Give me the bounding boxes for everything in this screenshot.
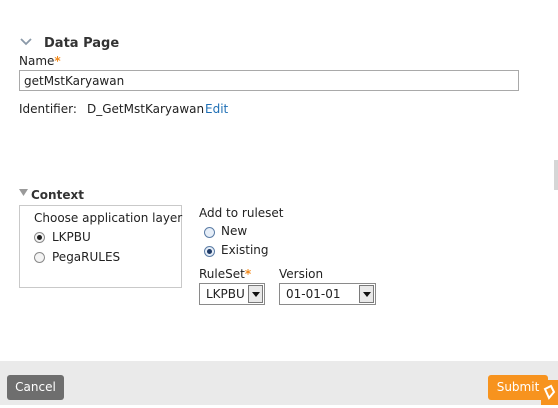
version-select[interactable]: 01-01-01 (279, 283, 376, 305)
radio-layer-lkpbu[interactable] (34, 232, 45, 243)
radio-layer-pegarules[interactable] (34, 252, 45, 263)
data-page-section-title: Data Page (44, 36, 120, 51)
dropdown-arrow-icon[interactable] (359, 285, 374, 303)
radio-ruleset-existing[interactable] (204, 246, 215, 257)
dropdown-arrow-icon[interactable] (248, 285, 263, 303)
edit-identifier-link[interactable]: Edit (205, 102, 228, 116)
version-select-value: 01-01-01 (286, 287, 341, 301)
ruleset-select-value: LKPBU (206, 287, 245, 301)
help-widget-glyph (543, 384, 556, 400)
scrollbar-thumb[interactable] (554, 160, 558, 190)
ruleset-new-label: New (221, 224, 248, 238)
triangle-down-icon[interactable] (19, 189, 28, 197)
version-label: Version (279, 267, 324, 281)
help-widget-icon[interactable] (541, 380, 558, 405)
identifier-value: D_GetMstKaryawan (87, 102, 205, 116)
add-to-ruleset-label: Add to ruleset (199, 206, 284, 220)
required-asterisk-icon: * (244, 267, 252, 281)
name-label-text: Name (19, 54, 55, 68)
name-input[interactable] (19, 70, 519, 91)
name-label: Name* (19, 54, 61, 68)
choose-layer-heading: Choose application layer (34, 211, 183, 225)
layer-pegarules-label: PegaRULES (52, 250, 121, 264)
cancel-button[interactable]: Cancel (7, 375, 64, 400)
layer-lkpbu-label: LKPBU (52, 230, 91, 244)
radio-ruleset-new[interactable] (204, 227, 215, 238)
ruleset-label-text: RuleSet (199, 267, 245, 281)
footer-bar (0, 361, 558, 405)
chevron-down-icon[interactable] (20, 37, 32, 47)
identifier-label: Identifier: (19, 102, 77, 116)
context-section-title: Context (31, 188, 84, 202)
submit-button[interactable]: Submit (488, 375, 548, 400)
required-asterisk-icon: * (54, 54, 61, 68)
ruleset-select[interactable]: LKPBU (199, 283, 265, 305)
ruleset-label: RuleSet* (199, 267, 251, 281)
ruleset-existing-label: Existing (221, 243, 269, 257)
